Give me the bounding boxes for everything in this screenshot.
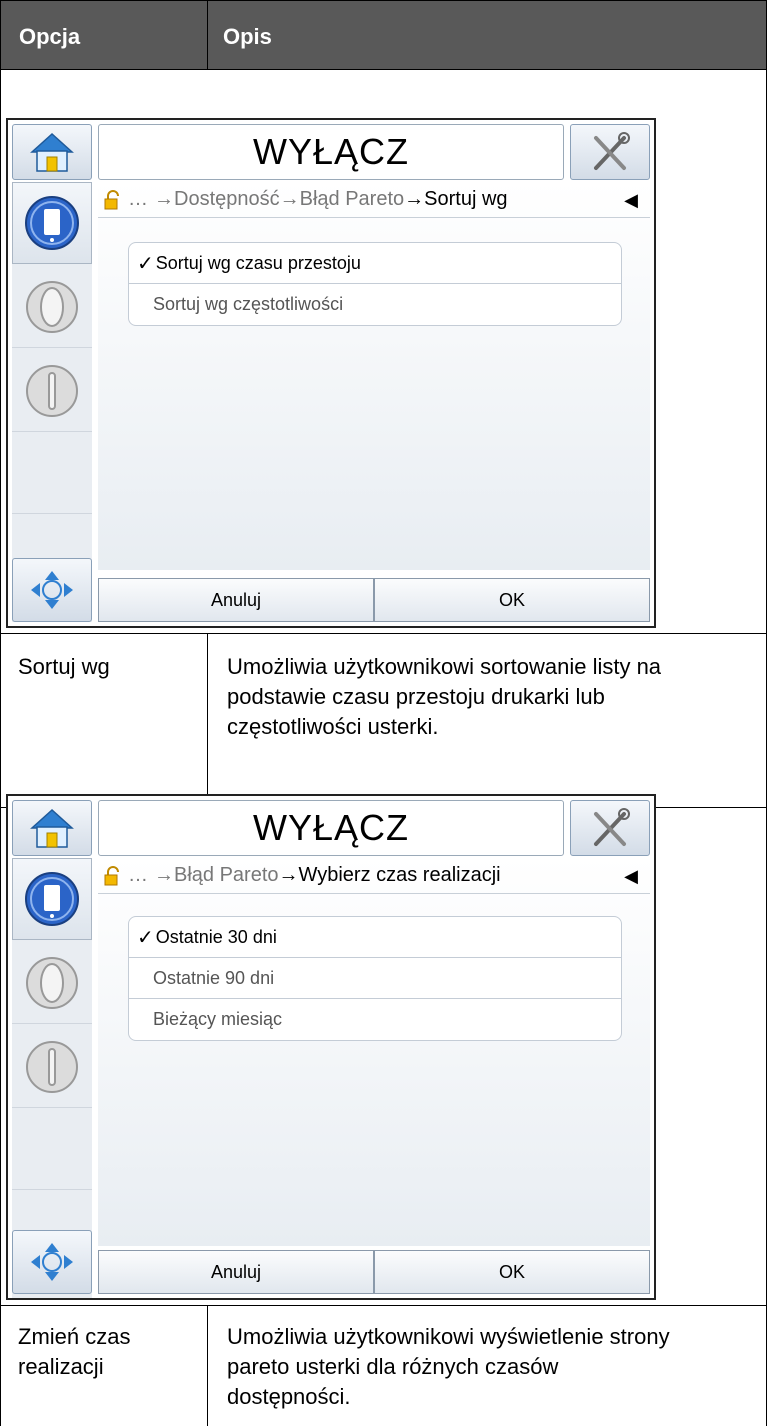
navigation-button[interactable] xyxy=(12,558,92,622)
option-list: ✓ Ostatnie 30 dni Ostatnie 90 dni Bieżąc… xyxy=(128,916,622,1041)
check-icon: ✓ xyxy=(137,252,154,275)
row2-description-line: Umożliwia użytkownikowi wyświetlenie str… xyxy=(227,1324,670,1349)
screen-title: WYŁĄCZ xyxy=(98,124,564,180)
breadcrumb-ellipsis: … xyxy=(128,864,148,886)
list-item-label: Ostatnie 90 dni xyxy=(153,967,275,988)
unlocked-padlock-icon xyxy=(104,865,119,885)
sidebar-empty-slot xyxy=(12,434,92,514)
back-arrow-icon[interactable]: ◀ xyxy=(624,866,638,887)
row1-description-line: podstawie czasu przestoju drukarki lub xyxy=(227,684,605,709)
bottom-bar: Anuluj OK xyxy=(98,578,650,622)
sidebar xyxy=(12,182,92,622)
row2-option-line: realizacji xyxy=(18,1354,104,1379)
breadcrumb: … →Dostępność→Błąd Pareto →Sortuj wg ◀ xyxy=(98,182,650,218)
breadcrumb-ellipsis: … xyxy=(128,188,148,210)
row1-description: Umożliwia użytkownikowi sortowanie listy… xyxy=(227,652,661,742)
breadcrumb-current: →Wybierz czas realizacji xyxy=(278,864,501,886)
home-button[interactable] xyxy=(12,124,92,180)
printer-screen-sort: WYŁĄCZ … →Dostępność→Błąd Pareto →Sortuj… xyxy=(6,118,656,628)
ink-cartridge-icon xyxy=(25,872,79,926)
row2-description: Umożliwia użytkownikowi wyświetlenie str… xyxy=(227,1322,670,1412)
row-line-1 xyxy=(0,633,767,634)
printer-screen-timeframe: WYŁĄCZ … →Błąd Pareto →Wybierz czas real… xyxy=(6,794,656,1300)
sidebar-ink-button[interactable] xyxy=(12,858,92,940)
home-icon xyxy=(30,808,74,848)
row2-option: Zmień czas realizacji xyxy=(18,1322,130,1382)
ok-button[interactable]: OK xyxy=(374,1250,650,1294)
breadcrumb-current: →Sortuj wg xyxy=(404,188,508,210)
back-arrow-icon[interactable]: ◀ xyxy=(624,190,638,211)
navigation-arrows-icon xyxy=(31,1243,73,1281)
border-left xyxy=(0,0,1,1426)
bottom-bar: Anuluj OK xyxy=(98,1250,650,1294)
ink-cartridge-icon xyxy=(25,196,79,250)
sidebar-ink-button[interactable] xyxy=(12,182,92,264)
row2-divider xyxy=(207,1305,208,1426)
sidebar-stop-button[interactable] xyxy=(12,266,92,348)
tools-button[interactable] xyxy=(570,800,650,856)
breadcrumb-path: →Błąd Pareto xyxy=(154,864,279,886)
start-icon xyxy=(26,1040,78,1093)
screen-title: WYŁĄCZ xyxy=(98,800,564,856)
list-item-label: Ostatnie 30 dni xyxy=(155,926,277,947)
navigation-arrows-icon xyxy=(31,571,73,609)
tools-icon xyxy=(594,132,630,170)
start-icon xyxy=(26,364,78,417)
header-option: Opcja xyxy=(19,24,81,49)
list-item-label: Sortuj wg częstotliwości xyxy=(153,294,344,314)
list-item[interactable]: Bieżący miesiąc xyxy=(129,999,621,1040)
list-item[interactable]: ✓ Ostatnie 30 dni xyxy=(129,917,621,958)
sidebar-start-button[interactable] xyxy=(12,350,92,432)
row2-description-line: pareto usterki dla różnych czasów xyxy=(227,1354,559,1379)
sidebar-empty-slot xyxy=(12,1110,92,1190)
option-list: ✓ Sortuj wg czasu przestoju Sortuj wg cz… xyxy=(128,242,622,326)
header-divider xyxy=(207,0,208,70)
sidebar-start-button[interactable] xyxy=(12,1026,92,1108)
navigation-button[interactable] xyxy=(12,1230,92,1294)
sidebar-stop-button[interactable] xyxy=(12,942,92,1024)
header-description: Opis xyxy=(223,24,272,49)
home-button[interactable] xyxy=(12,800,92,856)
list-item[interactable]: ✓ Sortuj wg czasu przestoju xyxy=(129,243,621,284)
screen-content: … →Błąd Pareto →Wybierz czas realizacji … xyxy=(98,858,650,1246)
breadcrumb-path: →Dostępność→Błąd Pareto xyxy=(154,188,405,210)
row-line-3 xyxy=(0,1305,767,1306)
row1-option: Sortuj wg xyxy=(18,654,110,679)
tools-icon xyxy=(594,808,630,846)
list-item-label: Bieżący miesiąc xyxy=(153,1009,283,1029)
tools-button[interactable] xyxy=(570,124,650,180)
row2-description-line: dostępności. xyxy=(227,1384,351,1409)
row1-description-line: Umożliwia użytkownikowi sortowanie listy… xyxy=(227,654,662,679)
cancel-button[interactable]: Anuluj xyxy=(98,578,374,622)
unlocked-padlock-icon xyxy=(104,189,119,209)
row2-option-line: Zmień czas xyxy=(18,1324,131,1349)
table-header: Opcja Opis xyxy=(0,0,767,70)
home-icon xyxy=(30,132,74,172)
breadcrumb: … →Błąd Pareto →Wybierz czas realizacji … xyxy=(98,858,650,894)
stop-icon xyxy=(26,956,78,1009)
list-item[interactable]: Sortuj wg częstotliwości xyxy=(129,284,621,325)
check-icon: ✓ xyxy=(137,926,154,949)
row1-description-line: częstotliwości usterki. xyxy=(227,714,439,739)
screen-content: … →Dostępność→Błąd Pareto →Sortuj wg ◀ ✓… xyxy=(98,182,650,570)
stop-icon xyxy=(26,280,78,333)
list-item-label: Sortuj wg czasu przestoju xyxy=(155,252,361,273)
cancel-button[interactable]: Anuluj xyxy=(98,1250,374,1294)
row1-divider xyxy=(207,633,208,807)
ok-button[interactable]: OK xyxy=(374,578,650,622)
document-page: Opcja Opis WYŁĄCZ … →Dostępność→Błąd Par… xyxy=(0,0,767,1426)
list-item[interactable]: Ostatnie 90 dni xyxy=(129,958,621,999)
